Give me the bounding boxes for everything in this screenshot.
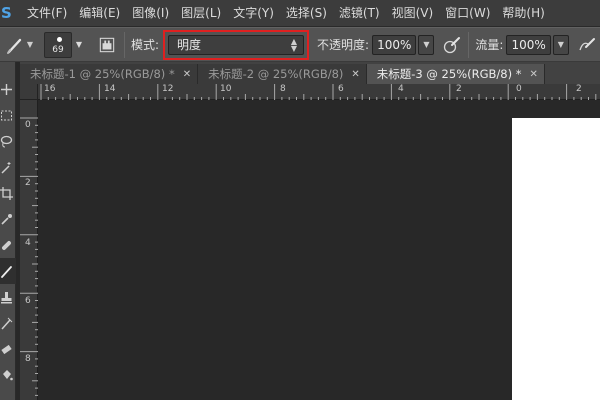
tool-crop[interactable] bbox=[0, 180, 16, 206]
ruler-label: 6 bbox=[338, 84, 344, 94]
tool-eyedropper[interactable] bbox=[0, 206, 16, 232]
eyedropper-icon bbox=[1, 213, 12, 225]
photoshop-window: S 文件(F) 编辑(E) 图像(I) 图层(L) 文字(Y) 选择(S) 滤镜… bbox=[0, 0, 600, 400]
flow-input[interactable]: 100% bbox=[506, 34, 551, 55]
menu-type[interactable]: 文字(Y) bbox=[221, 0, 274, 27]
menu-bar: S 文件(F) 编辑(E) 图像(I) 图层(L) 文字(Y) 选择(S) 滤镜… bbox=[0, 0, 600, 27]
ruler-label: 8 bbox=[25, 354, 31, 364]
tool-eraser[interactable] bbox=[0, 336, 16, 362]
ruler-label: 12 bbox=[162, 84, 174, 94]
eraser-icon bbox=[1, 344, 12, 354]
menu-filter[interactable]: 滤镜(T) bbox=[327, 0, 380, 27]
flow-label: 流量: bbox=[475, 38, 504, 52]
brush-picker-dropdown[interactable]: ▼ bbox=[74, 35, 84, 55]
marquee-icon bbox=[1, 110, 12, 120]
toolbox bbox=[0, 62, 16, 400]
bandage-icon bbox=[2, 240, 11, 250]
brush-tip-icon bbox=[57, 36, 62, 42]
stamp-icon bbox=[1, 291, 12, 303]
brush-size-preview[interactable]: 69 bbox=[44, 31, 72, 58]
ruler-label: 0 bbox=[25, 120, 31, 130]
magic-wand-icon bbox=[1, 161, 11, 174]
vertical-ruler[interactable]: 0 2 4 6 8 bbox=[20, 100, 38, 400]
ruler-label: 14 bbox=[104, 84, 116, 94]
ruler-label: 2 bbox=[25, 178, 31, 188]
menu-window[interactable]: 窗口(W) bbox=[433, 0, 490, 27]
tool-stamp[interactable] bbox=[0, 284, 16, 310]
flow-slider-dropdown[interactable]: ▼ bbox=[552, 34, 569, 55]
tab-document-2[interactable]: 未标题-2 @ 25%(RGB/8) ✕ bbox=[198, 64, 367, 84]
brush-icon bbox=[6, 38, 22, 54]
canvas-area[interactable] bbox=[38, 100, 600, 400]
opacity-label: 不透明度: bbox=[317, 38, 370, 52]
document-canvas[interactable] bbox=[512, 118, 600, 400]
chevron-down-icon: ▼ bbox=[557, 40, 564, 49]
divider bbox=[468, 31, 470, 58]
tab-title: 未标题-2 @ 25%(RGB/8) bbox=[208, 67, 344, 81]
bucket-icon bbox=[3, 369, 13, 380]
divider bbox=[124, 31, 125, 58]
crop-icon bbox=[0, 186, 13, 200]
lasso-icon bbox=[0, 135, 13, 147]
close-icon[interactable]: ✕ bbox=[529, 69, 537, 80]
tab-document-3[interactable]: 未标题-3 @ 25%(RGB/8) * ✕ bbox=[366, 64, 545, 84]
tool-healing[interactable] bbox=[0, 232, 16, 258]
opacity-input[interactable]: 100% bbox=[372, 34, 417, 55]
ruler-origin[interactable] bbox=[20, 84, 38, 100]
options-bar: ▼ 69 ▼ 模式: 明度 ▲ ▼ 不透明度: 100% ▼ 流量: 100% … bbox=[0, 27, 600, 62]
menu-layer[interactable]: 图层(L) bbox=[169, 0, 221, 27]
ruler-label: 8 bbox=[280, 84, 286, 94]
ruler-label: 6 bbox=[25, 296, 31, 306]
toolbox-handle[interactable] bbox=[0, 62, 16, 76]
history-brush-icon bbox=[1, 317, 13, 329]
tool-history-brush[interactable] bbox=[0, 310, 16, 336]
menu-edit[interactable]: 编辑(E) bbox=[67, 0, 120, 27]
tool-marquee[interactable] bbox=[0, 102, 16, 128]
close-icon[interactable]: ✕ bbox=[351, 69, 359, 80]
ruler-label: 16 bbox=[44, 84, 56, 94]
ruler-label: 4 bbox=[25, 238, 31, 248]
tab-title: 未标题-1 @ 25%(RGB/8) * bbox=[30, 67, 175, 81]
chevron-down-icon: ▼ bbox=[26, 40, 34, 49]
menu-help[interactable]: 帮助(H) bbox=[490, 0, 544, 27]
brush-panel-toggle[interactable] bbox=[96, 34, 118, 56]
tool-lasso[interactable] bbox=[0, 128, 16, 154]
brush-size-value: 69 bbox=[52, 44, 64, 55]
menu-file[interactable]: 文件(F) bbox=[17, 0, 67, 27]
tab-document-1[interactable]: 未标题-1 @ 25%(RGB/8) * ✕ bbox=[20, 64, 199, 84]
ruler-label: 2 bbox=[576, 84, 582, 94]
blend-mode-value: 明度 bbox=[177, 38, 202, 52]
chevron-down-icon: ▼ bbox=[75, 40, 83, 49]
close-icon[interactable]: ✕ bbox=[183, 69, 191, 80]
opacity-slider-dropdown[interactable]: ▼ bbox=[418, 34, 435, 55]
horizontal-ruler[interactable]: 16 14 12 10 8 6 4 2 0 2 bbox=[38, 84, 600, 100]
tool-quick-select[interactable] bbox=[0, 154, 16, 180]
pressure-icon[interactable] bbox=[442, 35, 462, 55]
tool-brush[interactable] bbox=[0, 258, 16, 284]
mode-label: 模式: bbox=[131, 38, 160, 52]
menu-select[interactable]: 选择(S) bbox=[274, 0, 327, 27]
move-icon bbox=[1, 83, 12, 95]
tool-preset-picker[interactable]: ▼ bbox=[0, 27, 38, 62]
airbrush-icon[interactable] bbox=[577, 35, 597, 55]
chevron-down-icon: ▼ bbox=[423, 40, 430, 49]
ruler-label: 2 bbox=[456, 84, 462, 94]
mode-highlight-box: 明度 ▲ ▼ bbox=[163, 29, 310, 60]
ruler-label: 4 bbox=[398, 84, 404, 94]
tab-title: 未标题-3 @ 25%(RGB/8) * bbox=[376, 67, 522, 81]
tool-move[interactable] bbox=[0, 76, 16, 102]
menu-view[interactable]: 视图(V) bbox=[380, 0, 434, 27]
menu-image[interactable]: 图像(I) bbox=[120, 0, 169, 27]
brush-icon bbox=[1, 265, 12, 278]
tool-gradient[interactable] bbox=[0, 362, 16, 388]
updown-arrows-icon: ▲ ▼ bbox=[290, 36, 298, 53]
blend-mode-select[interactable]: 明度 ▲ ▼ bbox=[168, 34, 305, 55]
document-tab-bar: 未标题-1 @ 25%(RGB/8) * ✕ 未标题-2 @ 25%(RGB/8… bbox=[20, 62, 600, 84]
brush-panel-icon bbox=[99, 37, 115, 52]
app-logo: S bbox=[1, 4, 12, 22]
ruler-label: 10 bbox=[220, 84, 232, 94]
ruler-label: 0 bbox=[516, 84, 522, 94]
